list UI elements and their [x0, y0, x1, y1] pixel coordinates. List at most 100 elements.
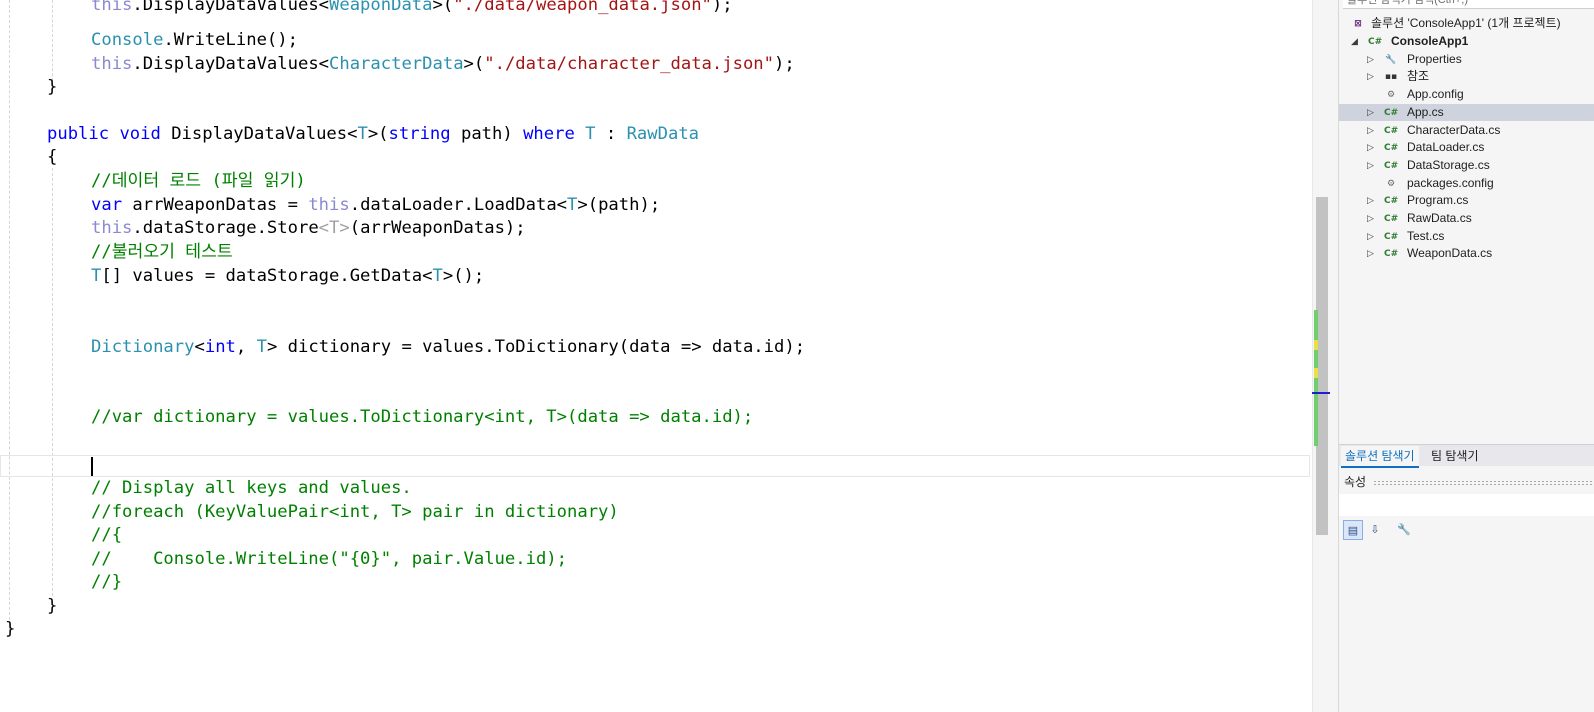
expand-arrow-icon[interactable]: ▷ — [1367, 245, 1374, 263]
code-editor[interactable]: this.DisplayDataValues<WeaponData>("./da… — [0, 0, 1312, 712]
code-token: public — [47, 124, 110, 144]
solution-label: 솔루션 'ConsoleApp1' (1개 프로젝트) — [1371, 16, 1561, 30]
solution-search-input[interactable]: 솔루션 탐색기 검색(Ctrl+;) — [1343, 0, 1594, 9]
code-token: .dataStorage.Store — [132, 218, 319, 238]
code-token: Console — [91, 30, 164, 50]
expand-arrow-icon[interactable]: ▷ — [1367, 104, 1374, 122]
expand-arrow-icon[interactable]: ▷ — [1367, 210, 1374, 228]
code-token: { — [47, 147, 58, 167]
tree-item-datastorage-cs[interactable]: ▷ C# DataStorage.cs — [1339, 157, 1594, 175]
code-line: public void DisplayDataValues<T>(string … — [47, 123, 699, 147]
code-token: <T> — [318, 218, 350, 238]
tree-item-참조[interactable]: ▷ ▪▪ 참조 — [1339, 68, 1594, 86]
tree-item-app-cs[interactable]: ▷ C# App.cs — [1339, 103, 1594, 122]
tree-item-label: App.config — [1407, 87, 1464, 102]
tree-item-consoleapp1[interactable]: ◢ C# ConsoleApp1 — [1339, 33, 1594, 51]
text-caret — [91, 457, 93, 476]
expand-arrow-icon[interactable]: ▷ — [1367, 192, 1374, 210]
expand-arrow-icon[interactable]: ▷ — [1367, 157, 1374, 175]
tree-item-properties[interactable]: ▷ 🔧 Properties — [1339, 51, 1594, 69]
tree-item-label: ConsoleApp1 — [1391, 34, 1469, 48]
tree-item-program-cs[interactable]: ▷ C# Program.cs — [1339, 192, 1594, 210]
code-token: } — [5, 619, 16, 639]
csharp-file-icon: C# — [1384, 125, 1399, 136]
tree-item-test-cs[interactable]: ▷ C# Test.cs — [1339, 228, 1594, 246]
properties-drag-grip[interactable] — [1373, 480, 1594, 486]
code-token: RawData — [626, 124, 700, 144]
expand-arrow-icon[interactable]: ▷ — [1367, 51, 1374, 69]
code-line: //데이터 로드 (파일 읽기) — [91, 170, 306, 194]
code-line: } — [47, 595, 57, 619]
tree-item-weapondata-cs[interactable]: ▷ C# WeaponData.cs — [1339, 245, 1594, 263]
change-marker — [1314, 340, 1318, 350]
code-token: .DisplayDataValues< — [132, 54, 330, 74]
code-token: int — [204, 337, 236, 357]
code-token: .dataLoader.LoadData< — [349, 195, 568, 215]
categorized-view-icon[interactable]: ▤ — [1343, 520, 1363, 540]
solution-node[interactable]: ⊠ 솔루션 'ConsoleApp1' (1개 프로젝트) — [1339, 15, 1594, 33]
code-line: } — [5, 618, 15, 642]
indent-guide — [52, 0, 53, 86]
code-token: //foreach (KeyValuePair<int, T> pair in … — [91, 502, 619, 522]
code-token: : — [595, 124, 627, 144]
code-token: >( — [432, 0, 454, 15]
code-token: ); — [711, 0, 733, 15]
csharp-file-icon: C# — [1384, 249, 1399, 260]
expand-arrow-icon[interactable]: ▷ — [1367, 68, 1374, 86]
tree-item-label: Program.cs — [1407, 193, 1469, 208]
code-line: //불러오기 테스트 — [91, 241, 233, 265]
code-token: arrWeaponDatas = — [122, 195, 309, 215]
code-token: .WriteLine(); — [163, 30, 298, 50]
code-token: < — [194, 337, 205, 357]
code-token: > dictionary = values.ToDictionary(data … — [266, 337, 806, 357]
code-line: this.DisplayDataValues<WeaponData>("./da… — [91, 0, 733, 18]
code-line: } — [47, 76, 57, 100]
code-token: this — [91, 218, 133, 238]
tree-item-app-config[interactable]: ⚙ App.config — [1339, 86, 1594, 104]
expand-arrow-icon[interactable]: ▷ — [1367, 139, 1374, 157]
code-token: (arrWeaponDatas); — [349, 218, 526, 238]
code-token: [] values = dataStorage.GetData< — [101, 266, 433, 286]
csharp-file-icon: C# — [1384, 231, 1399, 242]
code-token: >( — [463, 54, 485, 74]
csharp-file-icon: C# — [1384, 143, 1399, 154]
expand-arrow-icon[interactable]: ▷ — [1367, 228, 1374, 246]
tree-item-label: packages.config — [1407, 175, 1494, 190]
properties-toolbar: ▤ ⇩ 🔧 — [1339, 518, 1594, 542]
code-token: T — [91, 266, 102, 286]
tree-item-characterdata-cs[interactable]: ▷ C# CharacterData.cs — [1339, 122, 1594, 140]
code-token: this — [308, 195, 350, 215]
code-token: void — [119, 124, 161, 144]
code-token: T — [432, 266, 443, 286]
property-pages-wrench-icon[interactable]: 🔧 — [1394, 520, 1414, 540]
tree-item-label: 참조 — [1407, 69, 1430, 84]
code-token: WeaponData — [329, 0, 433, 15]
code-token: "./data/weapon_data.json" — [453, 0, 712, 15]
tree-item-dataloader-cs[interactable]: ▷ C# DataLoader.cs — [1339, 139, 1594, 157]
tree-item-rawdata-cs[interactable]: ▷ C# RawData.cs — [1339, 210, 1594, 228]
tab-team-explorer[interactable]: 팀 탐색기 — [1427, 446, 1483, 466]
code-token: } — [47, 77, 58, 97]
tree-item-label: App.cs — [1407, 104, 1444, 119]
solution-icon: ⊠ — [1354, 19, 1362, 29]
code-line: // Display all keys and values. — [91, 477, 412, 501]
code-token: ); — [774, 54, 795, 74]
code-token: T — [256, 337, 267, 357]
code-line: this.DisplayDataValues<CharacterData>(".… — [91, 53, 795, 77]
csharp-file-icon: C# — [1384, 160, 1399, 171]
properties-object-selector[interactable] — [1339, 494, 1594, 516]
tree-item-packages-config[interactable]: ⚙ packages.config — [1339, 175, 1594, 193]
csharp-file-icon: C# — [1384, 214, 1399, 224]
expand-arrow-icon[interactable]: ▷ — [1367, 122, 1374, 140]
code-line: Dictionary<int, T> dictionary = values.T… — [91, 336, 805, 360]
code-token: //데이터 로드 (파일 읽기) — [91, 171, 306, 191]
code-line: //{ — [91, 524, 122, 548]
tab-solution-explorer[interactable]: 솔루션 탐색기 — [1341, 446, 1419, 468]
code-token: T — [585, 124, 596, 144]
code-line: this.dataStorage.Store<T>(arrWeaponDatas… — [91, 217, 526, 241]
collapse-arrow-icon[interactable]: ◢ — [1351, 33, 1358, 51]
alphabetical-sort-icon[interactable]: ⇩ — [1365, 520, 1385, 540]
code-line: // Console.WriteLine("{0}", pair.Value.i… — [91, 548, 567, 572]
